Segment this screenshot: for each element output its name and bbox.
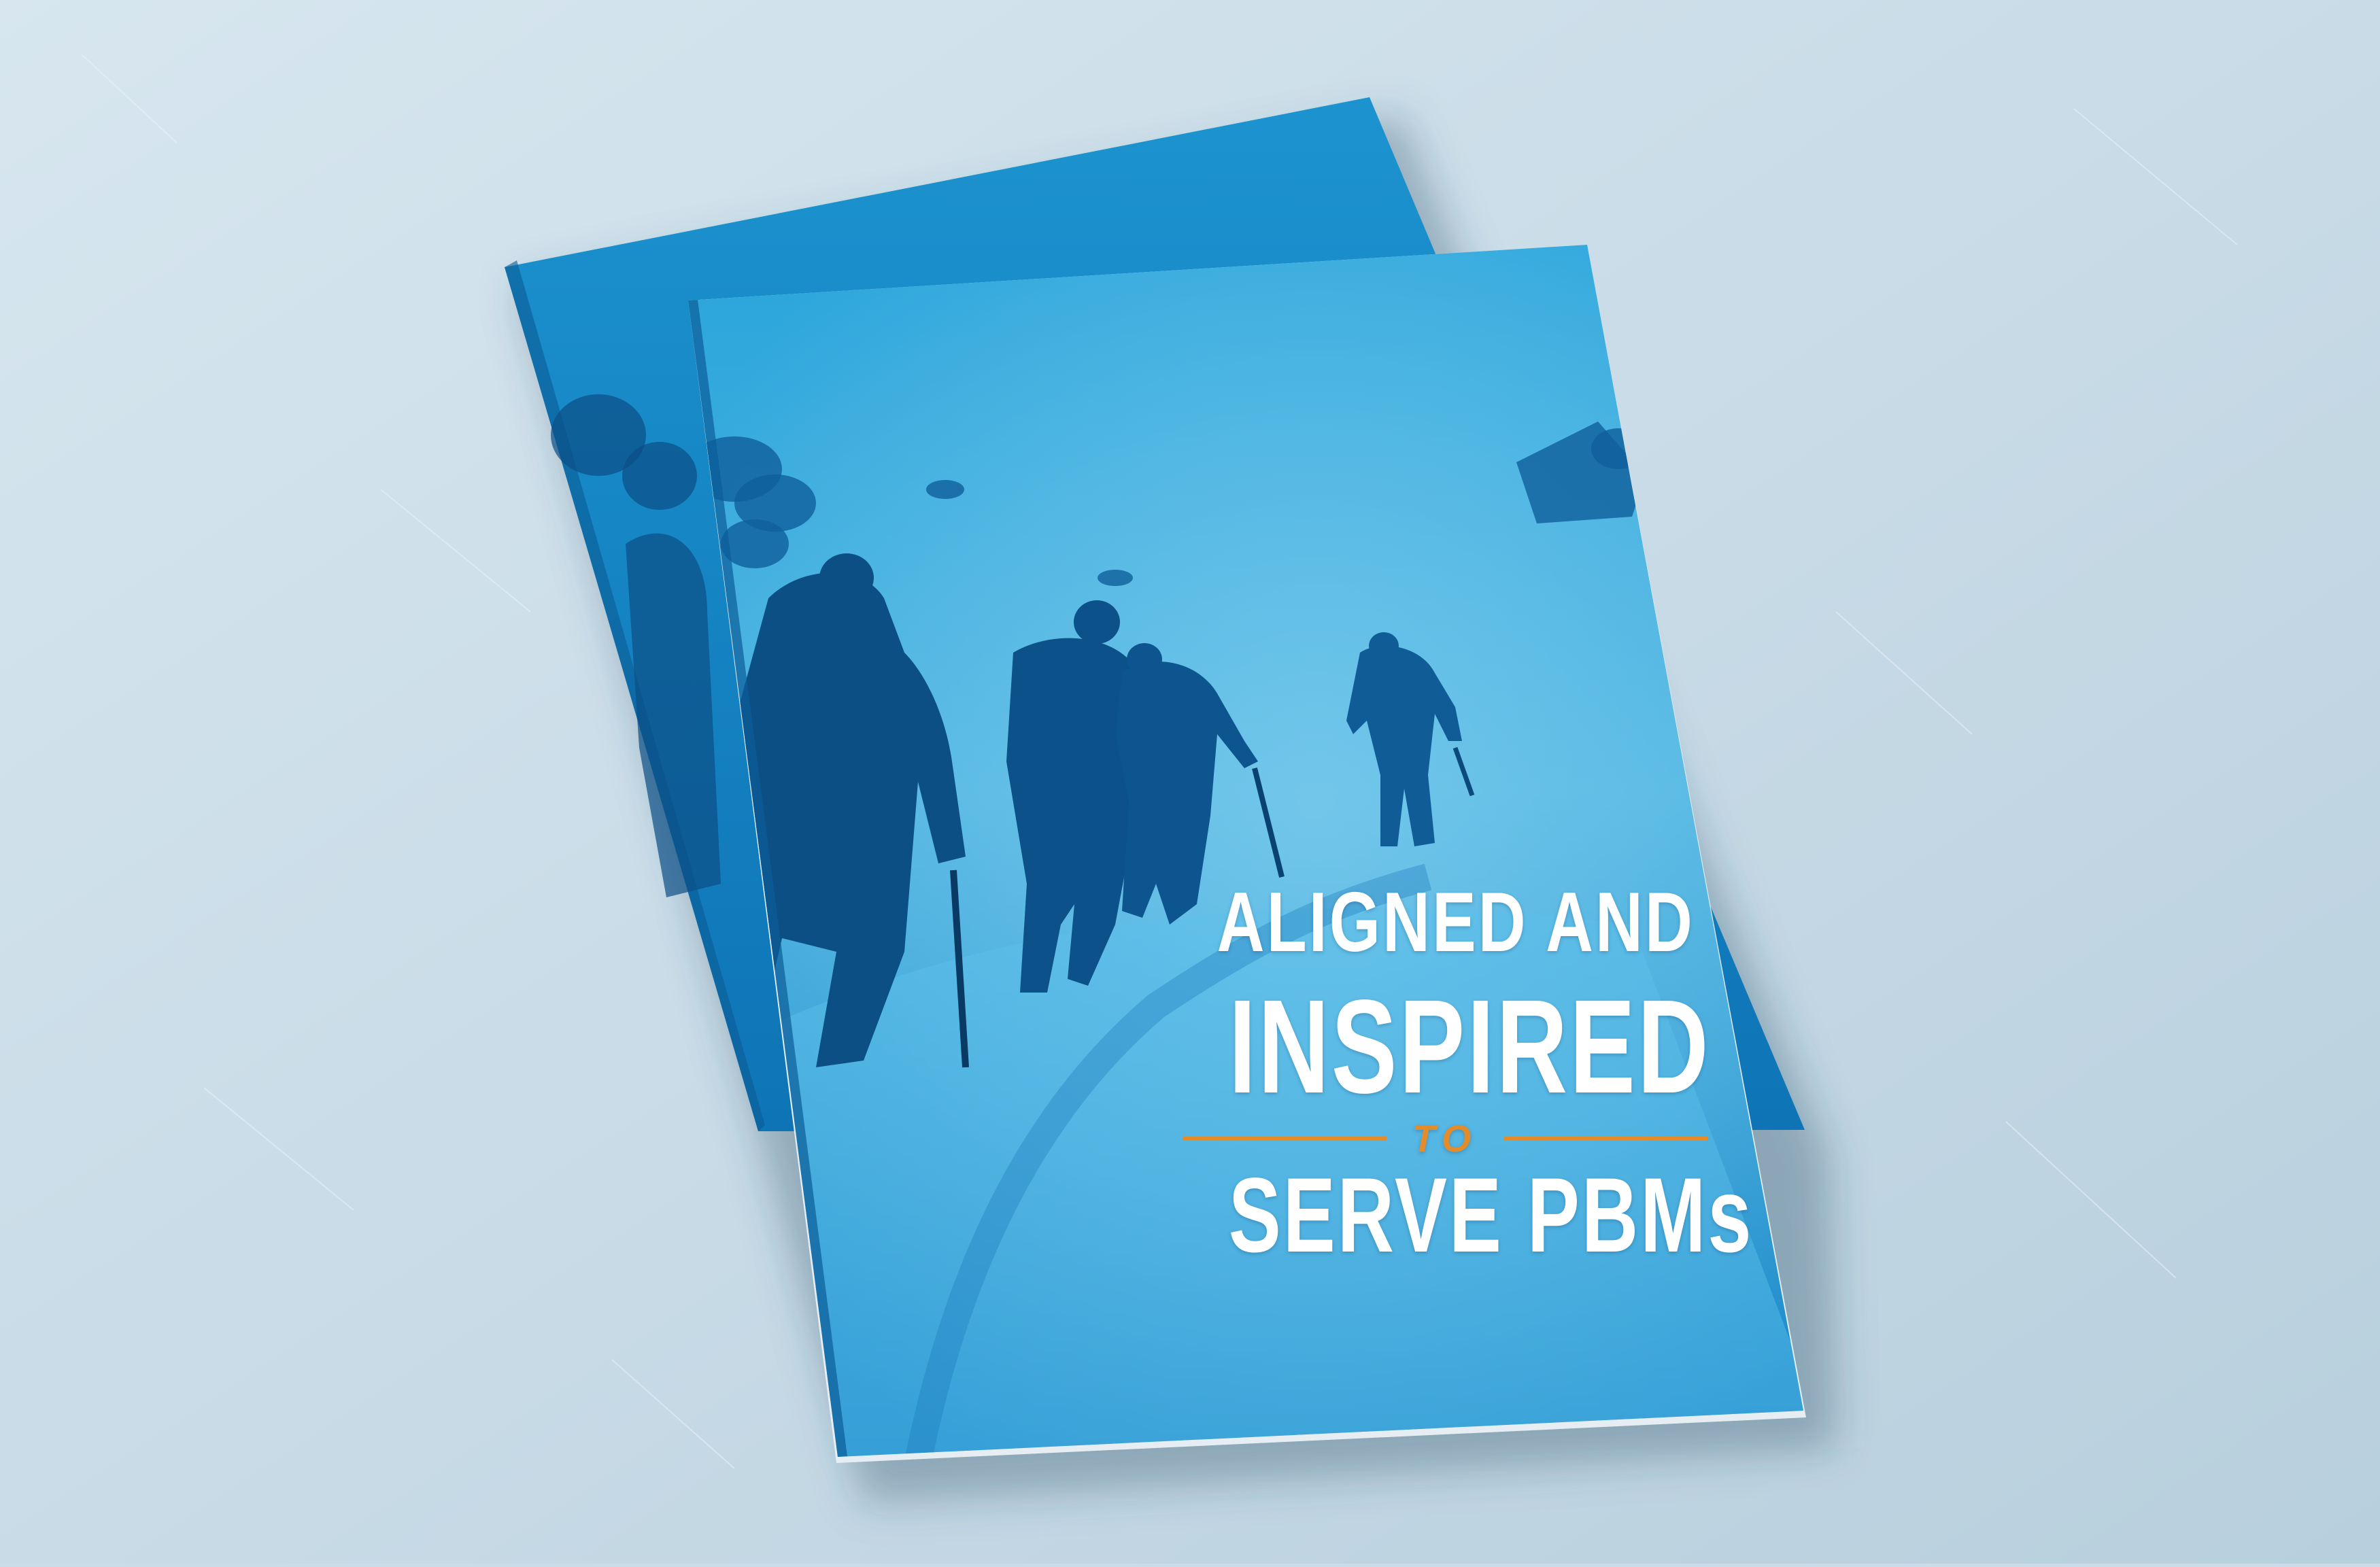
title-to-row: TO xyxy=(1153,1120,1737,1158)
photo-scene: ALIGNED AND INSPIRED TO SERVE PBMs xyxy=(0,0,2380,1564)
title-line-aligned-and: ALIGNED AND xyxy=(1217,876,1695,969)
orange-rule-right xyxy=(1503,1137,1708,1141)
title-word-to: TO xyxy=(1412,1117,1478,1160)
title-line-inspired: INSPIRED xyxy=(1228,972,1711,1121)
brochure-mockup xyxy=(0,0,2380,1564)
orange-rule-left xyxy=(1182,1137,1387,1141)
title-line-serve-pbms: SERVE PBMs xyxy=(1228,1156,1754,1275)
cover-title: ALIGNED AND INSPIRED TO SERVE PBMs xyxy=(1153,876,1754,1275)
